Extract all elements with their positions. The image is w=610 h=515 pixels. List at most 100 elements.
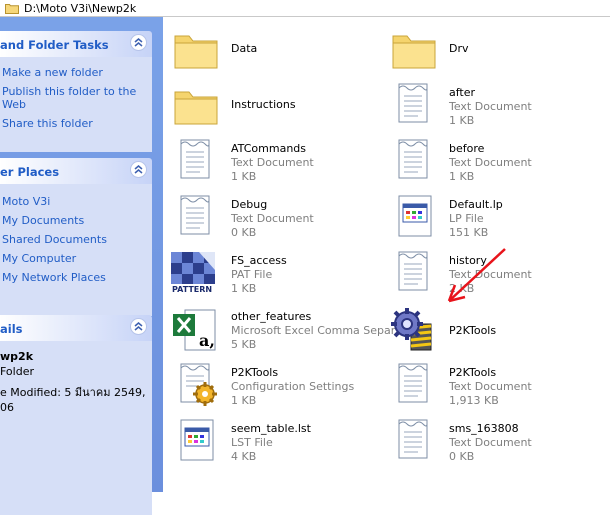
file-item-other-features[interactable]: a, other_features Microsoft Excel Comma … — [173, 302, 405, 356]
file-name: other_features — [231, 310, 312, 323]
file-item-default-lp[interactable]: Default.lp LP File 151 KB — [391, 190, 610, 244]
file-size: 1 KB — [231, 282, 257, 295]
file-type: LST File — [231, 436, 273, 449]
folder-icon — [173, 26, 221, 72]
details-time: 06 — [0, 401, 14, 414]
file-size: 5 KB — [231, 338, 257, 351]
text-document-icon — [391, 418, 439, 464]
collapse-chevron-icon[interactable] — [130, 318, 147, 335]
lst-file-icon — [173, 418, 221, 464]
file-type: Configuration Settings — [231, 380, 355, 393]
file-size: 1,913 KB — [449, 394, 499, 407]
excel-csv-icon: a, — [173, 306, 221, 352]
file-type: Text Document — [231, 212, 314, 225]
annotation-arrow-icon — [447, 248, 506, 303]
address-path: D:\Moto V3i\Newp2k — [24, 1, 137, 15]
details-name: wp2k — [0, 350, 34, 363]
panel-title: ails — [0, 322, 23, 336]
place-moto-v3i[interactable]: Moto V3i — [0, 192, 152, 211]
config-settings-icon — [173, 362, 221, 408]
text-document-icon — [391, 138, 439, 184]
file-item-fs-access[interactable]: PATTERN FS_access PAT File 1 KB — [169, 246, 389, 300]
file-type: Text Document — [231, 156, 314, 169]
details-modified: e Modified: 5 มีนาคม 2549, — [0, 386, 146, 399]
file-size: 0 KB — [449, 450, 475, 463]
file-name: FS_access — [231, 254, 287, 267]
pattern-badge-text: PATTERN — [172, 285, 213, 294]
svg-text:a,: a, — [199, 331, 215, 350]
collapse-chevron-icon[interactable] — [130, 161, 147, 178]
panel-title: and Folder Tasks — [0, 38, 109, 52]
file-type: Text Document — [449, 436, 532, 449]
other-places-header[interactable]: er Places — [0, 158, 152, 184]
file-item-before[interactable]: before Text Document 1 KB — [391, 134, 610, 188]
file-item-p2ktools-app[interactable]: P2KTools — [387, 302, 607, 356]
text-document-icon — [391, 250, 439, 296]
place-my-network-places[interactable]: My Network Places — [0, 268, 152, 287]
file-name: Drv — [449, 42, 469, 55]
other-places-panel: er Places Moto V3i My Documents Shared D… — [0, 158, 152, 316]
file-name: before — [449, 142, 485, 155]
file-name: seem_table.lst — [231, 422, 311, 435]
text-document-icon — [173, 194, 221, 240]
file-name: Instructions — [231, 98, 296, 111]
file-name: after — [449, 86, 476, 99]
file-item-atcommands[interactable]: ATCommands Text Document 1 KB — [173, 134, 393, 188]
file-list-view: Data Drv Instructions after Text Documen… — [163, 17, 610, 492]
lp-file-icon — [391, 194, 439, 240]
folder-icon — [5, 3, 19, 14]
file-item-debug[interactable]: Debug Text Document 0 KB — [173, 190, 393, 244]
file-type: Text Document — [449, 156, 532, 169]
file-type: LP File — [449, 212, 484, 225]
file-name: Default.lp — [449, 198, 503, 211]
file-type: Text Document — [449, 100, 532, 113]
folder-icon — [391, 26, 439, 72]
pattern-file-icon: PATTERN — [169, 250, 219, 296]
text-document-icon — [391, 82, 439, 128]
publish-folder-link[interactable]: Publish this folder to the Web — [0, 82, 137, 114]
text-document-icon — [173, 138, 221, 184]
file-item-p2ktools-text[interactable]: P2KTools Text Document 1,913 KB — [391, 358, 610, 412]
file-name: sms_163808 — [449, 422, 519, 435]
file-item-sms-163808[interactable]: sms_163808 Text Document 0 KB — [391, 414, 610, 468]
panel-title: er Places — [0, 165, 60, 179]
details-panel: ails wp2k Folder e Modified: 5 มีนาคม 25… — [0, 315, 152, 515]
file-item-data[interactable]: Data — [173, 22, 393, 76]
folder-tasks-panel: and Folder Tasks Make a new folder Publi… — [0, 31, 152, 152]
folder-tasks-header[interactable]: and Folder Tasks — [0, 31, 152, 57]
file-item-drv[interactable]: Drv — [391, 22, 610, 76]
file-item-instructions[interactable]: Instructions — [173, 78, 393, 132]
collapse-chevron-icon[interactable] — [130, 34, 147, 51]
file-name: Data — [231, 42, 258, 55]
file-size: 4 KB — [231, 450, 257, 463]
file-name: P2KTools — [231, 366, 279, 379]
address-bar[interactable]: D:\Moto V3i\Newp2k — [0, 0, 610, 17]
file-name: P2KTools — [449, 324, 497, 337]
place-shared-documents[interactable]: Shared Documents — [0, 230, 152, 249]
details-header[interactable]: ails — [0, 315, 152, 341]
text-document-icon — [391, 362, 439, 408]
details-type: Folder — [0, 365, 34, 378]
file-size: 1 KB — [449, 170, 475, 183]
file-name: ATCommands — [231, 142, 307, 155]
folder-icon — [173, 82, 221, 128]
file-size: 0 KB — [231, 226, 257, 239]
file-size: 1 KB — [449, 114, 475, 127]
file-name: P2KTools — [449, 366, 497, 379]
file-size: 1 KB — [231, 394, 257, 407]
file-name: Debug — [231, 198, 268, 211]
place-my-documents[interactable]: My Documents — [0, 211, 152, 230]
file-size: 1 KB — [231, 170, 257, 183]
file-item-seem-table[interactable]: seem_table.lst LST File 4 KB — [173, 414, 393, 468]
make-new-folder-link[interactable]: Make a new folder — [0, 63, 152, 82]
file-item-p2ktools-config[interactable]: P2KTools Configuration Settings 1 KB — [173, 358, 393, 412]
p2ktools-app-icon — [387, 306, 439, 352]
file-type: Text Document — [449, 380, 532, 393]
file-size: 151 KB — [449, 226, 489, 239]
share-folder-link[interactable]: Share this folder — [0, 114, 152, 133]
file-type: Microsoft Excel Comma Separ... — [231, 324, 405, 337]
file-type: PAT File — [231, 268, 273, 281]
place-my-computer[interactable]: My Computer — [0, 249, 152, 268]
task-pane: and Folder Tasks Make a new folder Publi… — [0, 17, 163, 515]
file-item-after[interactable]: after Text Document 1 KB — [391, 78, 610, 132]
